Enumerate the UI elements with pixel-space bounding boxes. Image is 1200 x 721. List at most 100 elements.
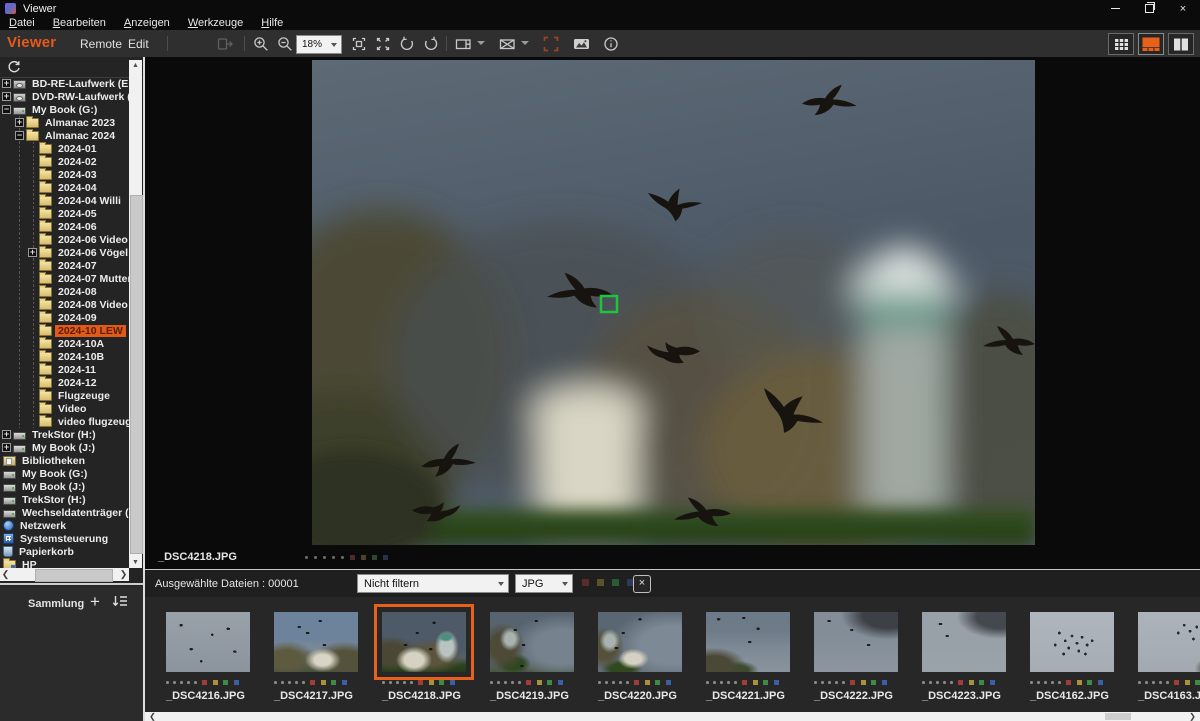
- filmstrip-thumbnail[interactable]: _DSC4221.JPG: [706, 597, 790, 712]
- close-button[interactable]: ×: [1166, 0, 1200, 17]
- fit-to-screen-icon[interactable]: [348, 33, 370, 54]
- tree-item[interactable]: 2024-10A: [0, 337, 129, 350]
- refresh-icon[interactable]: [3, 57, 25, 78]
- menu-hilfe[interactable]: Hilfe: [252, 17, 292, 30]
- label-color-chip[interactable]: [742, 680, 747, 685]
- scrollbar-thumb[interactable]: [130, 195, 143, 554]
- tree-item[interactable]: Flugzeuge: [0, 389, 129, 402]
- rating-dot[interactable]: [410, 681, 413, 684]
- expand-toggle[interactable]: −: [2, 105, 11, 114]
- fullscreen-icon[interactable]: [540, 33, 562, 54]
- tree-item[interactable]: 2024-06 Video: [0, 233, 129, 246]
- rating-dot[interactable]: [504, 681, 507, 684]
- label-color-chip[interactable]: [1066, 680, 1071, 685]
- rating-dot[interactable]: [305, 556, 308, 559]
- clear-filter-button[interactable]: ×: [633, 575, 651, 593]
- rating-dot[interactable]: [511, 681, 514, 684]
- filmstrip-thumbnail[interactable]: _DSC4217.JPG: [274, 597, 358, 712]
- label-color-chip[interactable]: [645, 680, 650, 685]
- label-color-chip[interactable]: [990, 680, 995, 685]
- tree-item[interactable]: + TrekStor (H:): [0, 428, 129, 441]
- rating-dot[interactable]: [612, 681, 615, 684]
- label-color-chip[interactable]: [979, 680, 984, 685]
- label-color-chip[interactable]: [558, 680, 563, 685]
- tree-item[interactable]: Netzwerk: [0, 519, 129, 532]
- rating-dot[interactable]: [173, 681, 176, 684]
- rating-dot[interactable]: [194, 681, 197, 684]
- label-color-chip[interactable]: [537, 680, 542, 685]
- label-color-chip[interactable]: [439, 680, 444, 685]
- label-color-chip[interactable]: [850, 680, 855, 685]
- label-color-chip[interactable]: [342, 680, 347, 685]
- tree-item[interactable]: Wechseldatenträger (L:): [0, 506, 129, 519]
- filmstrip-thumbnail[interactable]: _DSC4222.JPG: [814, 597, 898, 712]
- label-color-chip[interactable]: [429, 680, 434, 685]
- tree-item[interactable]: Bibliotheken: [0, 454, 129, 467]
- rating-dot[interactable]: [1044, 681, 1047, 684]
- info-icon[interactable]: [600, 33, 622, 54]
- label-color-chip[interactable]: [958, 680, 963, 685]
- scrollbar-thumb[interactable]: [1105, 713, 1131, 720]
- rating-dot[interactable]: [314, 556, 317, 559]
- label-color-chip[interactable]: [202, 680, 207, 685]
- thumbnail-rating-labels[interactable]: [274, 680, 358, 685]
- rating-dot[interactable]: [1166, 681, 1169, 684]
- label-color-chip[interactable]: [213, 680, 218, 685]
- rating-dot[interactable]: [382, 681, 385, 684]
- filter-dropdown[interactable]: Nicht filtern: [357, 574, 509, 593]
- rating-dot[interactable]: [828, 681, 831, 684]
- folder-tree-horizontal-scrollbar[interactable]: ❮ ❯: [0, 568, 129, 581]
- filmstrip-thumbnail[interactable]: _DSC4162.JPG: [1030, 597, 1114, 712]
- scroll-left-icon[interactable]: ❮: [147, 712, 158, 721]
- thumbnail-image[interactable]: [1030, 612, 1114, 672]
- rating-dot[interactable]: [936, 681, 939, 684]
- rating-dot[interactable]: [341, 556, 344, 559]
- image-rating-labels[interactable]: [305, 555, 388, 560]
- label-color-chip[interactable]: [1195, 680, 1200, 685]
- tree-item[interactable]: My Book (G:): [0, 467, 129, 480]
- filmstrip-thumbnail[interactable]: _DSC4220.JPG: [598, 597, 682, 712]
- histogram-icon[interactable]: [570, 33, 592, 54]
- layout-icon[interactable]: [452, 33, 474, 54]
- rating-dot[interactable]: [929, 681, 932, 684]
- filmstrip-scrollbar[interactable]: ❮ ❯: [145, 712, 1200, 721]
- thumbnail-image[interactable]: [922, 612, 1006, 672]
- rating-dot[interactable]: [1159, 681, 1162, 684]
- tree-item[interactable]: TrekStor (H:): [0, 493, 129, 506]
- rating-dot[interactable]: [302, 681, 305, 684]
- label-color-chip[interactable]: [331, 680, 336, 685]
- expand-toggle[interactable]: +: [2, 79, 11, 88]
- label-color-chip[interactable]: [234, 680, 239, 685]
- label-color-chip[interactable]: [634, 680, 639, 685]
- tree-item[interactable]: − Almanac 2024: [0, 129, 129, 142]
- rating-dot[interactable]: [403, 681, 406, 684]
- rating-dot[interactable]: [288, 681, 291, 684]
- rating-dot[interactable]: [518, 681, 521, 684]
- thumbnail-rating-labels[interactable]: [1030, 680, 1114, 685]
- thumbnail-rating-labels[interactable]: [166, 680, 250, 685]
- label-color-chip[interactable]: [882, 680, 887, 685]
- rating-dot[interactable]: [187, 681, 190, 684]
- label-color-chip[interactable]: [612, 579, 619, 586]
- tree-item[interactable]: + Almanac 2023: [0, 116, 129, 129]
- main-image[interactable]: [312, 60, 1035, 545]
- scroll-right-icon[interactable]: ❯: [1187, 712, 1198, 721]
- tree-item[interactable]: 2024-10 LEW: [0, 324, 129, 337]
- label-color-chip[interactable]: [450, 680, 455, 685]
- image-filmstrip-view-button[interactable]: [1138, 33, 1164, 55]
- tree-item[interactable]: 2024-07 Mutter 85: [0, 272, 129, 285]
- tree-item[interactable]: 2024-07: [0, 259, 129, 272]
- expand-toggle[interactable]: +: [2, 92, 11, 101]
- tree-item[interactable]: + 2024-06 Vögel: [0, 246, 129, 259]
- export-icon[interactable]: [214, 33, 236, 54]
- tree-item[interactable]: + My Book (J:): [0, 441, 129, 454]
- compare-dropdown-chevron[interactable]: [521, 41, 529, 45]
- label-color-chip[interactable]: [1077, 680, 1082, 685]
- scroll-down-icon[interactable]: ▼: [129, 557, 142, 568]
- filmstrip-thumbnail[interactable]: _DSC4216.JPG: [166, 597, 250, 712]
- tree-item[interactable]: 2024-01: [0, 142, 129, 155]
- scroll-left-icon[interactable]: ❮: [0, 568, 11, 581]
- mode-remote[interactable]: Remote: [80, 37, 122, 51]
- rating-dot[interactable]: [396, 681, 399, 684]
- rotate-right-icon[interactable]: [420, 33, 442, 54]
